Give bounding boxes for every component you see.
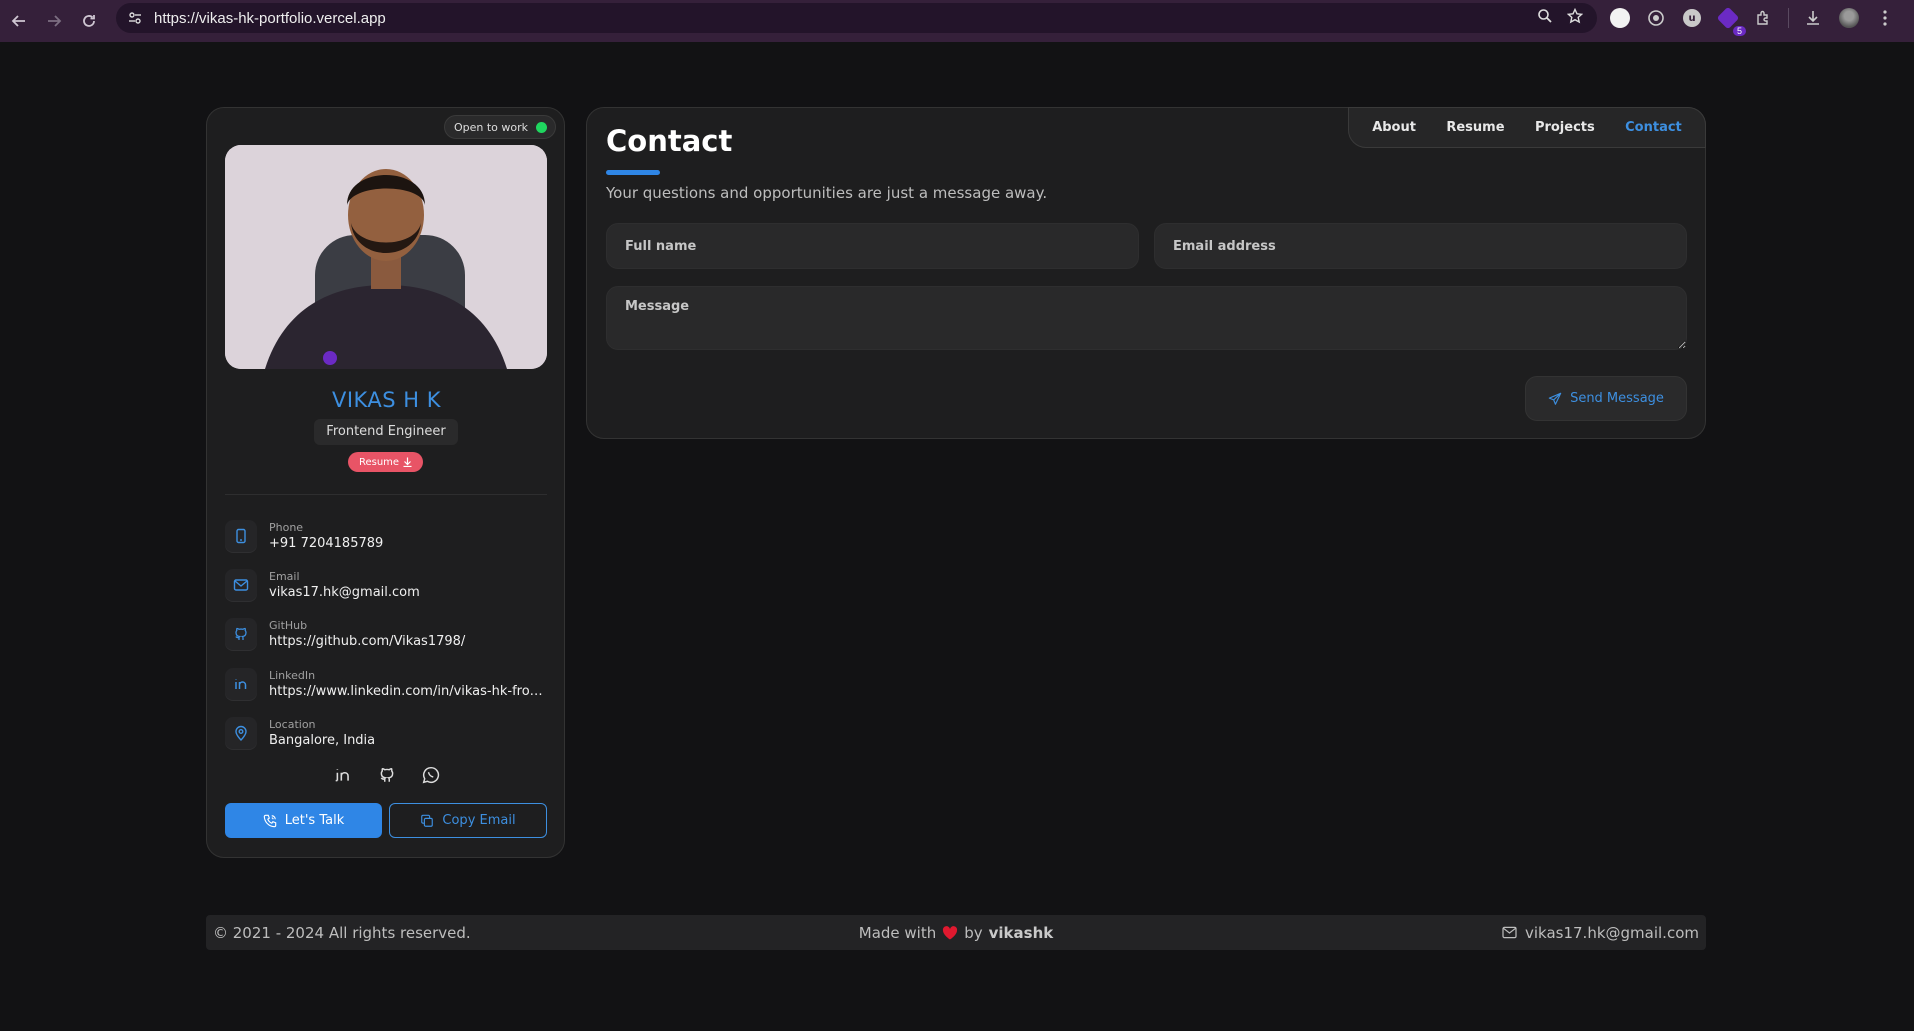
back-icon[interactable]: [2, 4, 36, 38]
tab-resume[interactable]: Resume: [1446, 120, 1504, 135]
contact-value[interactable]: +91 7204185789: [269, 536, 547, 551]
copy-email-button[interactable]: Copy Email: [389, 803, 547, 838]
github-icon[interactable]: [376, 764, 398, 786]
extension-u-icon[interactable]: u: [1680, 6, 1704, 30]
contact-email: Email vikas17.hk@gmail.com: [225, 565, 547, 605]
tab-projects[interactable]: Projects: [1535, 120, 1595, 135]
url-text[interactable]: https://vikas-hk-portfolio.vercel.app: [154, 10, 386, 27]
extension-white-circle-icon[interactable]: [1608, 6, 1632, 30]
social-links: [207, 764, 566, 786]
status-dot-icon: [536, 121, 547, 133]
lets-talk-label: Let's Talk: [284, 813, 345, 828]
profile-sidebar: Open to work VIKAS H K Frontend Engineer…: [206, 107, 565, 858]
profile-name: VIKAS H K: [331, 388, 442, 412]
open-to-work-badge: Open to work: [443, 115, 556, 139]
toolbar-divider: [1788, 8, 1789, 28]
sidebar-divider: [225, 494, 547, 495]
author-name[interactable]: vikashk: [989, 924, 1054, 942]
bookmark-star-icon[interactable]: [1566, 7, 1584, 28]
site-settings-icon[interactable]: [126, 9, 144, 27]
contact-github: GitHub https://github.com/Vikas1798/: [225, 614, 547, 654]
contact-label: Location: [269, 718, 316, 731]
copy-email-label: Copy Email: [442, 813, 516, 828]
open-to-work-label: Open to work: [453, 120, 528, 134]
reload-icon[interactable]: [72, 4, 106, 38]
footer: © 2021 - 2024 All rights reserved. Made …: [206, 915, 1706, 950]
linkedin-icon: [225, 668, 257, 700]
resume-download-button[interactable]: Resume: [348, 452, 423, 472]
download-icon[interactable]: [1801, 6, 1825, 30]
extension-purple-icon[interactable]: 5: [1716, 6, 1746, 36]
extensions-puzzle-icon[interactable]: [1752, 6, 1776, 30]
lets-talk-button[interactable]: Let's Talk: [225, 803, 382, 838]
address-bar[interactable]: https://vikas-hk-portfolio.vercel.app: [116, 3, 1597, 33]
footer-email-text: vikas17.hk@gmail.com: [1525, 923, 1699, 942]
download-arrow-icon: [403, 457, 412, 467]
made-with-label: Made with: [858, 923, 937, 942]
mail-icon: [225, 569, 257, 601]
by-label: by: [964, 923, 983, 942]
browser-toolbar: https://vikas-hk-portfolio.vercel.app u …: [0, 0, 1914, 42]
tab-about[interactable]: About: [1372, 120, 1416, 135]
location-pin-icon: [225, 717, 257, 749]
contact-phone: Phone +91 7204185789: [225, 516, 547, 556]
email-address-input[interactable]: [1154, 223, 1687, 269]
profile-avatar-icon[interactable]: [1837, 6, 1861, 30]
main-navigation: About Resume Projects Contact: [1348, 107, 1706, 148]
zoom-icon[interactable]: [1537, 8, 1553, 28]
mail-icon: [1502, 926, 1517, 939]
contact-label: Phone: [269, 521, 304, 534]
contact-label: GitHub: [269, 619, 308, 632]
role-chip: Frontend Engineer: [314, 419, 458, 445]
made-with-text: Made with by vikashk: [206, 924, 1706, 942]
heart-icon: [943, 925, 958, 939]
forward-icon[interactable]: [37, 4, 71, 38]
extension-badge: 5: [1732, 26, 1746, 36]
send-message-label: Send Message: [1570, 391, 1664, 406]
github-icon: [225, 618, 257, 650]
page-title: Contact: [606, 124, 733, 158]
menu-kebab-icon[interactable]: [1873, 6, 1897, 30]
contact-value: Bangalore, India: [269, 733, 376, 748]
tab-contact[interactable]: Contact: [1625, 120, 1682, 135]
page-subtitle: Your questions and opportunities are jus…: [606, 184, 1048, 202]
contact-value[interactable]: https://github.com/Vikas1798/: [269, 634, 547, 649]
send-icon: [1548, 392, 1562, 405]
contact-linkedin: LinkedIn https://www.linkedin.com/in/vik…: [225, 664, 547, 704]
phone-icon: [225, 520, 257, 552]
linkedin-icon[interactable]: [332, 764, 354, 786]
contact-value[interactable]: https://www.linkedin.com/in/vikas-hk-fro…: [269, 684, 547, 699]
footer-email[interactable]: vikas17.hk@gmail.com: [1502, 924, 1699, 942]
extension-target-icon[interactable]: [1644, 6, 1668, 30]
message-textarea[interactable]: [606, 286, 1687, 350]
copy-icon: [421, 814, 434, 827]
contact-label: LinkedIn: [269, 669, 316, 682]
full-name-input[interactable]: [606, 223, 1139, 269]
contact-label: Email: [269, 570, 300, 583]
contact-location: Location Bangalore, India: [225, 713, 547, 753]
phone-call-icon: [263, 814, 277, 827]
title-underline: [606, 170, 660, 175]
whatsapp-chat-icon[interactable]: [420, 764, 442, 786]
resume-label: Resume: [358, 456, 400, 468]
send-message-button[interactable]: Send Message: [1525, 376, 1687, 421]
contact-value[interactable]: vikas17.hk@gmail.com: [269, 585, 547, 600]
profile-photo: [225, 145, 547, 369]
contact-panel: About Resume Projects Contact Contact Yo…: [586, 107, 1706, 439]
